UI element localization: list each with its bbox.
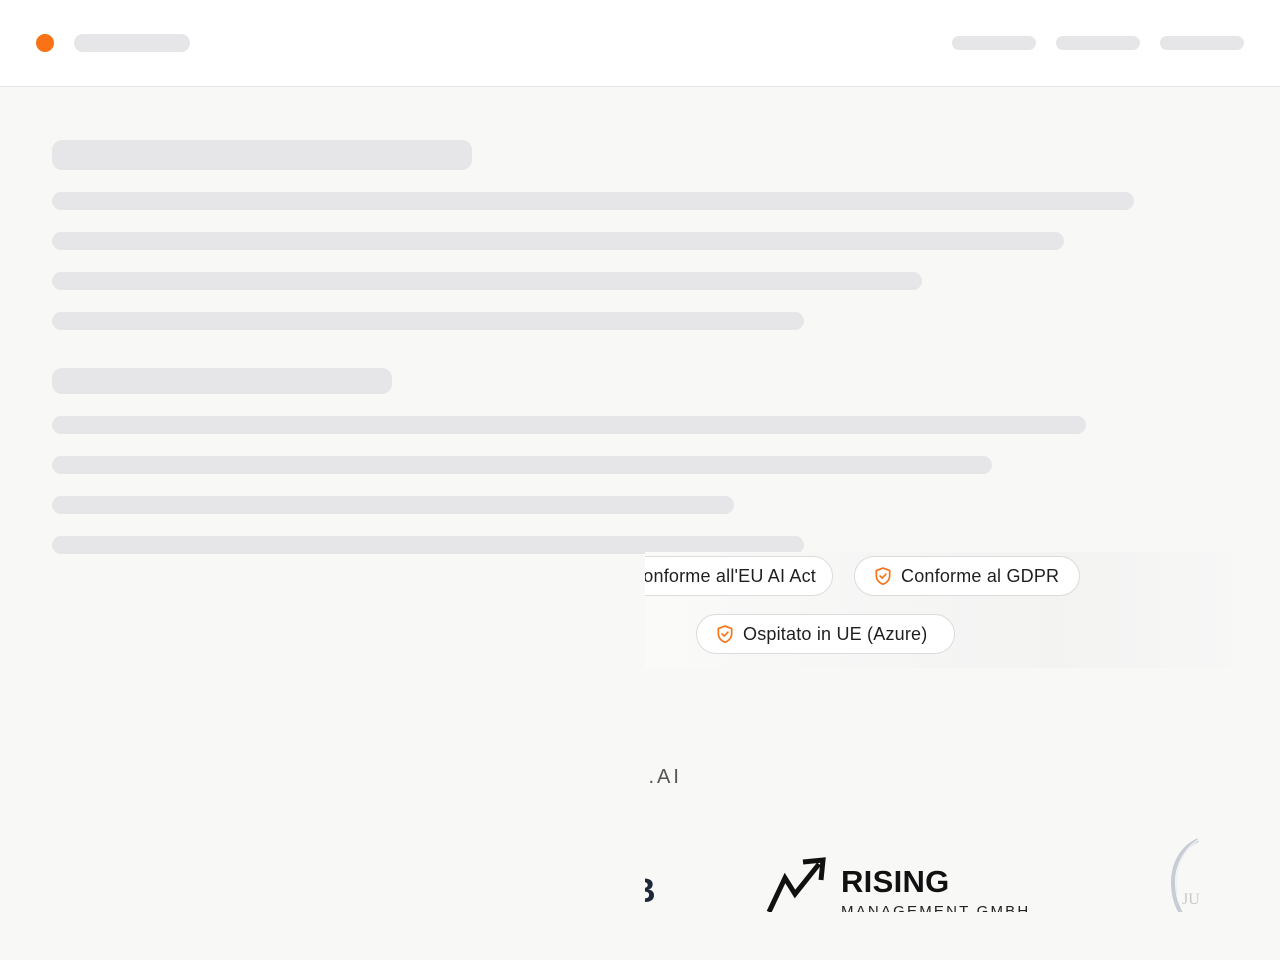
ring-logo-text: JU <box>1182 891 1200 908</box>
nav-link-placeholder-1 <box>952 36 1036 50</box>
client-logo-ring: JU <box>1171 838 1200 912</box>
text-line-placeholder <box>52 312 804 330</box>
revealed-content-region: Conforme all'EU AI Act Conforme al GDPR … <box>645 552 1280 912</box>
text-line-placeholder <box>52 272 922 290</box>
text-line-placeholder <box>52 496 734 514</box>
shield-check-icon <box>717 625 733 643</box>
badge-label: Conforme all'EU AI Act <box>645 565 816 586</box>
badge-label: Ospitato in UE (Azure) <box>743 623 928 644</box>
client-logo-rising-name: RISING <box>841 864 950 899</box>
client-logo-ai: C.AI <box>645 766 682 788</box>
text-line-placeholder <box>52 232 1064 250</box>
badge-eu-hosted-azure: Ospitato in UE (Azure) <box>696 614 955 654</box>
badge-eu-ai-act: Conforme all'EU AI Act <box>645 556 833 596</box>
top-navigation-bar <box>0 0 1280 87</box>
badge-label: Conforme al GDPR <box>901 565 1060 586</box>
brand-name-placeholder <box>74 34 190 52</box>
client-logo-rising-subtitle: MANAGEMENT GMBH <box>841 903 1031 912</box>
subheading-placeholder <box>52 368 392 394</box>
heading-placeholder <box>52 140 472 170</box>
text-line-placeholder <box>52 456 992 474</box>
shield-check-icon <box>875 567 891 585</box>
trend-up-arrow-icon <box>766 857 826 912</box>
nav-link-placeholder-2 <box>1056 36 1140 50</box>
page: Conforme all'EU AI Act Conforme al GDPR … <box>0 0 1280 960</box>
text-line-placeholder <box>52 192 1134 210</box>
nav-link-placeholder-3 <box>1160 36 1244 50</box>
brand-logo-dot[interactable] <box>36 34 54 52</box>
client-logo-b: B <box>645 872 656 911</box>
text-line-placeholder <box>52 416 1086 434</box>
badge-gdpr: Conforme al GDPR <box>854 556 1080 596</box>
